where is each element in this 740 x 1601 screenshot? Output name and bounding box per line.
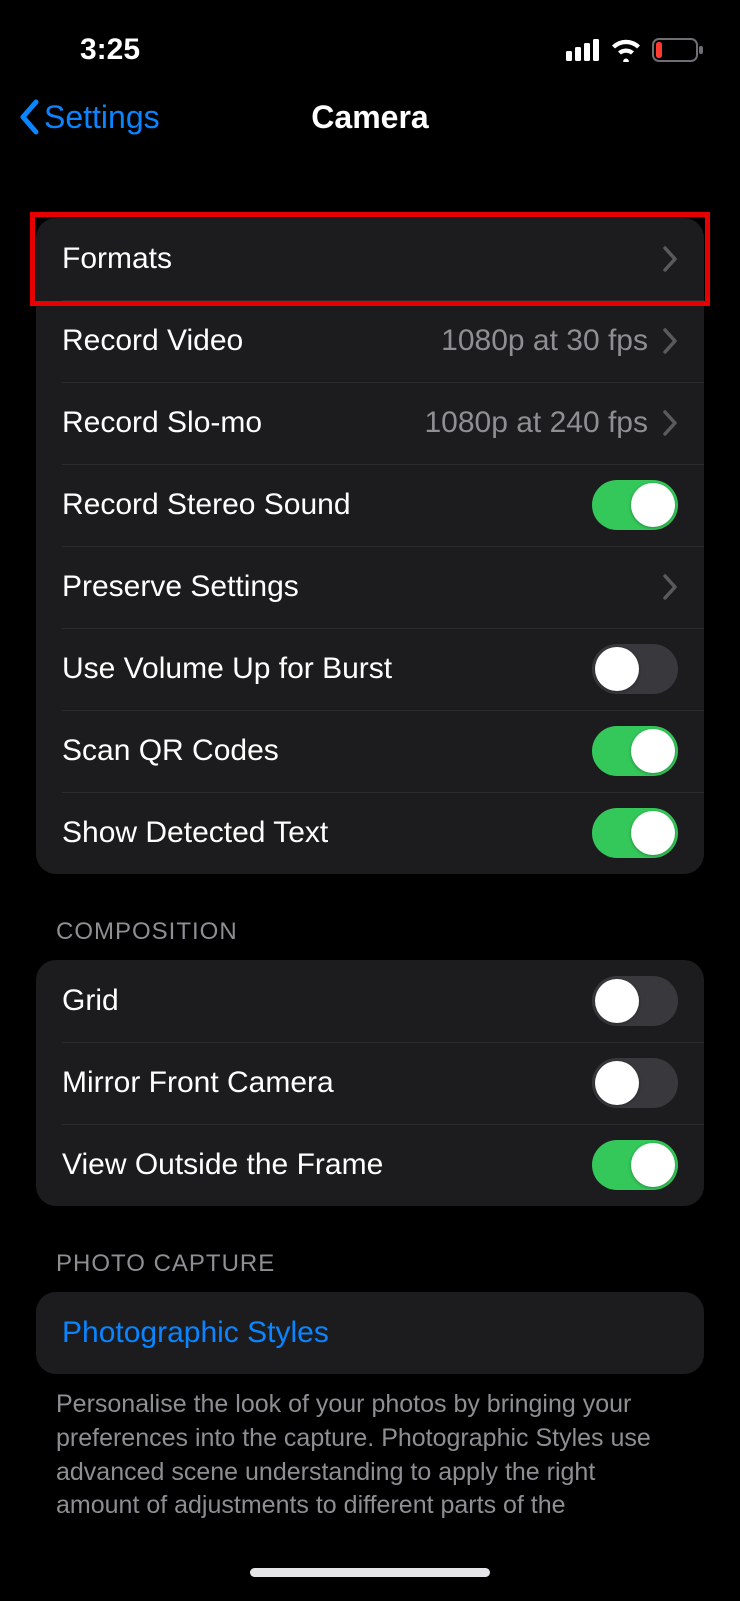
battery-icon xyxy=(652,38,704,62)
status-icons xyxy=(566,38,704,62)
cellular-icon xyxy=(566,39,600,61)
back-label: Settings xyxy=(44,99,160,136)
row-value: 1080p at 30 fps xyxy=(441,324,648,358)
toggle-switch[interactable] xyxy=(592,1058,678,1108)
row-label: Mirror Front Camera xyxy=(62,1066,592,1100)
nav-bar: Settings Camera xyxy=(0,80,740,164)
section-header-composition: COMPOSITION xyxy=(36,874,704,960)
settings-group-photo-capture: Photographic Styles xyxy=(36,1292,704,1374)
toggle-switch[interactable] xyxy=(592,808,678,858)
row-record-stereo-sound[interactable]: Record Stereo Sound xyxy=(36,464,704,546)
page-title: Camera xyxy=(311,99,428,136)
toggle-knob xyxy=(595,1061,639,1105)
row-view-outside-the-frame[interactable]: View Outside the Frame xyxy=(36,1124,704,1206)
status-time: 3:25 xyxy=(80,33,140,67)
row-label: View Outside the Frame xyxy=(62,1148,592,1182)
toggle-knob xyxy=(595,647,639,691)
row-label: Record Stereo Sound xyxy=(62,488,592,522)
chevron-left-icon xyxy=(18,99,40,135)
row-mirror-front-camera[interactable]: Mirror Front Camera xyxy=(36,1042,704,1124)
status-bar: 3:25 xyxy=(0,0,740,80)
toggle-knob xyxy=(631,1143,675,1187)
back-button[interactable]: Settings xyxy=(18,99,160,136)
row-label: Use Volume Up for Burst xyxy=(62,652,592,686)
toggle-switch[interactable] xyxy=(592,644,678,694)
section-footer-photo-capture: Personalise the look of your photos by b… xyxy=(36,1374,704,1523)
row-label: Grid xyxy=(62,984,592,1018)
chevron-right-icon xyxy=(662,245,678,273)
settings-group-main: FormatsRecord Video1080p at 30 fpsRecord… xyxy=(36,218,704,874)
row-label: Scan QR Codes xyxy=(62,734,592,768)
row-label: Preserve Settings xyxy=(62,570,662,604)
row-scan-qr-codes[interactable]: Scan QR Codes xyxy=(36,710,704,792)
row-label: Photographic Styles xyxy=(62,1316,678,1350)
row-label: Show Detected Text xyxy=(62,816,592,850)
toggle-knob xyxy=(595,979,639,1023)
row-photographic-styles[interactable]: Photographic Styles xyxy=(36,1292,704,1374)
toggle-switch[interactable] xyxy=(592,480,678,530)
chevron-right-icon xyxy=(662,573,678,601)
row-label: Record Video xyxy=(62,324,441,358)
row-grid[interactable]: Grid xyxy=(36,960,704,1042)
section-header-photo-capture: PHOTO CAPTURE xyxy=(36,1206,704,1292)
wifi-icon xyxy=(610,38,642,62)
toggle-switch[interactable] xyxy=(592,726,678,776)
chevron-right-icon xyxy=(662,409,678,437)
row-formats[interactable]: Formats xyxy=(36,218,704,300)
toggle-switch[interactable] xyxy=(592,976,678,1026)
row-value: 1080p at 240 fps xyxy=(424,406,648,440)
toggle-knob xyxy=(631,729,675,773)
row-record-video[interactable]: Record Video1080p at 30 fps xyxy=(36,300,704,382)
row-use-volume-up-for-burst[interactable]: Use Volume Up for Burst xyxy=(36,628,704,710)
toggle-knob xyxy=(631,483,675,527)
row-label: Formats xyxy=(62,242,662,276)
row-preserve-settings[interactable]: Preserve Settings xyxy=(36,546,704,628)
content: FormatsRecord Video1080p at 30 fpsRecord… xyxy=(0,164,740,1523)
chevron-right-icon xyxy=(662,327,678,355)
settings-group-composition: Grid Mirror Front Camera View Outside the … xyxy=(36,960,704,1206)
row-record-slo-mo[interactable]: Record Slo-mo1080p at 240 fps xyxy=(36,382,704,464)
home-indicator xyxy=(250,1568,490,1577)
row-label: Record Slo-mo xyxy=(62,406,424,440)
toggle-switch[interactable] xyxy=(592,1140,678,1190)
toggle-knob xyxy=(631,811,675,855)
row-show-detected-text[interactable]: Show Detected Text xyxy=(36,792,704,874)
